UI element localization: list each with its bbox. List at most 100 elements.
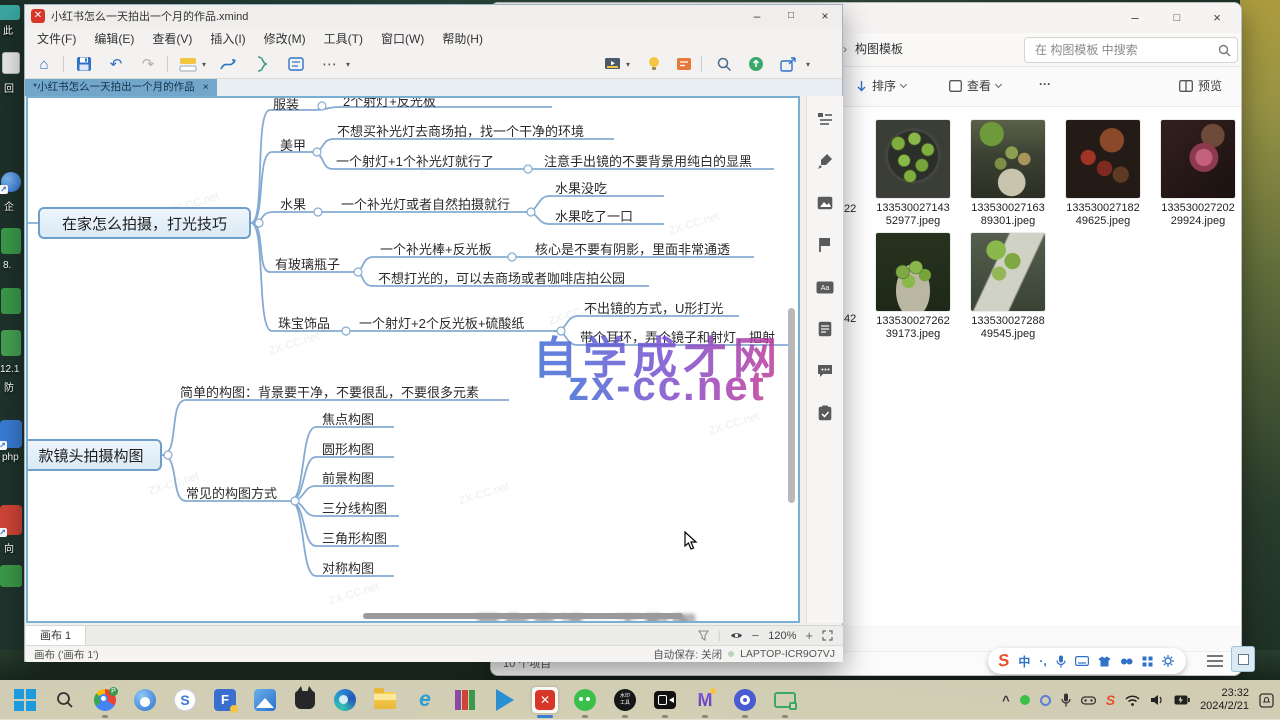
volume-icon[interactable] — [1150, 694, 1164, 706]
document-tab[interactable]: *小红书怎么一天拍出一个月的作品 × — [25, 79, 217, 96]
taskbar-sogou-icon[interactable]: S — [172, 687, 198, 713]
menu-help[interactable]: 帮助(H) — [442, 30, 483, 47]
menu-insert[interactable]: 插入(I) — [210, 30, 245, 47]
home-button[interactable]: ⌂ — [33, 53, 55, 75]
marker-flag-icon[interactable] — [816, 236, 834, 254]
zoom-out-button[interactable]: − — [752, 628, 760, 643]
desktop-icon-green-file-4[interactable] — [0, 565, 22, 587]
topic-clothing[interactable]: 服装 — [273, 96, 299, 113]
taskbar-cat-app-icon[interactable] — [292, 687, 318, 713]
explorer-close-button[interactable]: × — [1197, 3, 1237, 33]
taskbar-xmind-icon[interactable]: ✕ — [532, 687, 558, 713]
share-board-button[interactable] — [673, 53, 695, 75]
summary-button[interactable] — [251, 53, 273, 75]
idea-button[interactable] — [643, 53, 665, 75]
horizontal-scrollbar[interactable] — [363, 613, 683, 619]
more-tools-button[interactable]: ⋯ — [319, 53, 341, 75]
xmind-maximize-button[interactable]: □ — [774, 5, 808, 27]
taskbar-quark-icon[interactable] — [132, 687, 158, 713]
desktop-icon-this-pc[interactable] — [0, 5, 20, 20]
tray-microphone-icon[interactable] — [1061, 693, 1071, 707]
desktop-icon-green-file[interactable] — [1, 228, 21, 254]
taskbar-recorder-icon[interactable] — [652, 687, 678, 713]
fit-window-icon[interactable] — [822, 630, 833, 641]
zoom-level[interactable]: 120% — [768, 630, 796, 642]
redo-button[interactable]: ↷ — [137, 53, 159, 75]
menu-edit[interactable]: 编辑(E) — [94, 30, 134, 47]
file-item[interactable]: 133530027143 52977.jpeg — [868, 120, 958, 228]
topic-nails-tip-2[interactable]: 一个射灯+1个补光灯就行了 — [336, 151, 494, 170]
tray-wechat-icon[interactable] — [1020, 695, 1030, 705]
taskbar-file-explorer-icon[interactable] — [372, 687, 398, 713]
zoom-button[interactable] — [713, 53, 735, 75]
battery-icon[interactable] — [1174, 695, 1190, 705]
topic-foreground[interactable]: 前景构图 — [322, 468, 374, 487]
topic-nails-note[interactable]: 注意手出镜的不要背景用纯白的显黑 — [544, 151, 752, 170]
breadcrumb[interactable]: 构图模板 — [855, 40, 903, 57]
topic-jewelry-tip[interactable]: 一个射灯+2个反光板+硫酸纸 — [359, 313, 524, 332]
topic-triangle[interactable]: 三角形构图 — [322, 528, 387, 547]
topic-clothing-tip[interactable]: 2个射灯+反光板 — [343, 96, 436, 110]
zoom-in-button[interactable]: + — [805, 628, 813, 643]
relationship-button[interactable] — [217, 53, 239, 75]
tray-gamepad-icon[interactable] — [1081, 695, 1096, 706]
style-brush-icon[interactable] — [816, 152, 834, 170]
topic-nails-tip-1[interactable]: 不想买补光灯去商场拍，找一个干净的环境 — [337, 121, 584, 140]
topic-root-composition[interactable]: 款镜头拍摄构图 — [26, 439, 162, 471]
menu-lines-widget[interactable] — [1203, 651, 1227, 671]
tray-sogou-icon[interactable]: S — [1106, 692, 1115, 708]
structure-panel-icon[interactable] — [816, 110, 834, 128]
topic-glass-bottle[interactable]: 有玻璃瓶子 — [275, 254, 340, 273]
topic-glass-core[interactable]: 核心是不要有阴影，里面非常通透 — [535, 239, 730, 258]
share-button[interactable] — [745, 53, 767, 75]
export-dropdown[interactable]: ▾ — [803, 53, 813, 75]
label-icon[interactable]: Aa — [816, 278, 834, 296]
topic-fruit[interactable]: 水果 — [280, 194, 306, 213]
taskbar-o-app-icon[interactable] — [732, 687, 758, 713]
taskbar-clock[interactable]: 23:32 2024/2/21 — [1200, 687, 1249, 713]
desktop-icon-recycle-bin[interactable] — [2, 52, 20, 74]
topic-focus[interactable]: 焦点构图 — [322, 409, 374, 428]
topic-circle[interactable]: 圆形构图 — [322, 439, 374, 458]
topic-dropdown[interactable]: ▾ — [199, 53, 209, 75]
taskbar-photos-icon[interactable] — [252, 687, 278, 713]
input-mode-chinese[interactable]: 中 — [1018, 653, 1030, 670]
wifi-icon[interactable] — [1125, 695, 1140, 706]
desktop-icon-green-file-3[interactable] — [1, 330, 21, 356]
notification-center-icon[interactable] — [1259, 693, 1274, 708]
outline-button[interactable] — [285, 53, 307, 75]
taskbar-edge-icon[interactable] — [332, 687, 358, 713]
file-item[interactable]: 133530027163 89301.jpeg — [963, 120, 1053, 228]
sogou-logo-icon[interactable]: S — [997, 650, 1011, 671]
menu-modify[interactable]: 修改(M) — [264, 30, 306, 47]
file-label-partial[interactable]: 22 — [844, 203, 856, 215]
file-item[interactable]: 133530027288 49545.jpeg — [963, 233, 1053, 341]
autosave-status[interactable]: 自动保存: 关闭 — [653, 647, 722, 662]
xmind-titlebar[interactable]: ✕ 小红书怎么一天拍出一个月的作品.xmind – □ × — [25, 5, 842, 27]
file-item[interactable]: 133530027202 29924.jpeg — [1153, 120, 1243, 228]
topic-fruit-tip[interactable]: 一个补光灯或者自然拍摄就行 — [341, 194, 510, 213]
taskbar-potplayer-icon[interactable] — [492, 687, 518, 713]
tab-close-icon[interactable]: × — [203, 79, 209, 96]
presentation-dropdown[interactable]: ▾ — [623, 53, 633, 75]
view-button[interactable]: 查看 — [949, 77, 1001, 94]
taskbar-f-app-icon[interactable]: F — [212, 687, 238, 713]
file-label-partial[interactable]: 42 — [844, 313, 856, 325]
save-button[interactable] — [73, 53, 95, 75]
preview-button[interactable]: 预览 — [1179, 77, 1222, 94]
search-input[interactable] — [1024, 37, 1238, 63]
sort-button[interactable]: 排序 — [856, 77, 906, 94]
desktop-icon-wecom[interactable]: ↗ — [1, 172, 21, 192]
topic-glass-tip-1[interactable]: 一个补光棒+反光板 — [380, 239, 492, 258]
explorer-maximize-button[interactable]: □ — [1157, 3, 1197, 33]
notes-icon[interactable] — [816, 320, 834, 338]
search-icon[interactable] — [1218, 44, 1231, 57]
more-tools-dropdown[interactable]: ▾ — [343, 53, 353, 75]
menu-window[interactable]: 窗口(W) — [381, 30, 424, 47]
more-options-button[interactable]: ··· — [1039, 77, 1051, 91]
undo-button[interactable]: ↶ — [105, 53, 127, 75]
topic-thirds[interactable]: 三分线构图 — [322, 498, 387, 517]
desktop-icon-php-tool[interactable]: ↗ — [0, 420, 22, 448]
topic-common-composition[interactable]: 常见的构图方式 — [186, 483, 277, 502]
xmind-minimize-button[interactable]: – — [740, 5, 774, 27]
